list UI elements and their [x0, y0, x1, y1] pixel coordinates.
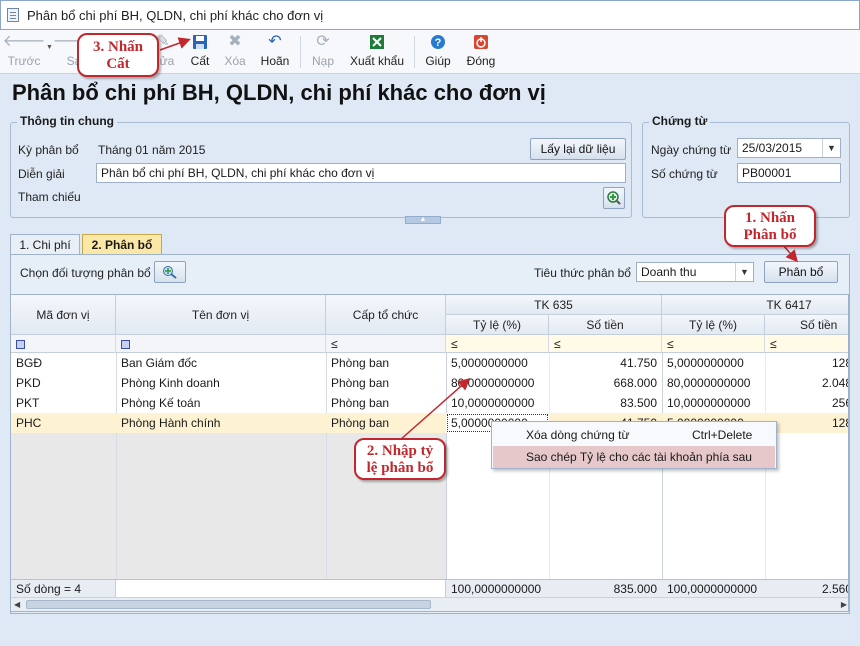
callout-step-2: 2. Nhập tỷ lệ phân bổ	[354, 438, 446, 480]
callout-line: 1. Nhấn	[744, 210, 796, 226]
arrow-to-allocate	[782, 244, 798, 263]
callout-line: 2. Nhập tỷ	[366, 443, 434, 459]
arrow-to-save	[159, 37, 191, 51]
callout-line: lệ phân bổ	[366, 460, 434, 476]
arrow-to-ratio	[399, 378, 471, 441]
status-bar	[0, 626, 860, 646]
callout-step-3: 3. Nhấn Cất	[77, 33, 159, 77]
callout-line: Cất	[106, 56, 130, 72]
callout-line: Phân bổ	[743, 227, 797, 243]
callout-line: 3. Nhấn	[92, 39, 144, 55]
callout-step-1: 1. Nhấn Phân bổ	[724, 205, 816, 247]
annotation-arrows	[159, 37, 798, 441]
